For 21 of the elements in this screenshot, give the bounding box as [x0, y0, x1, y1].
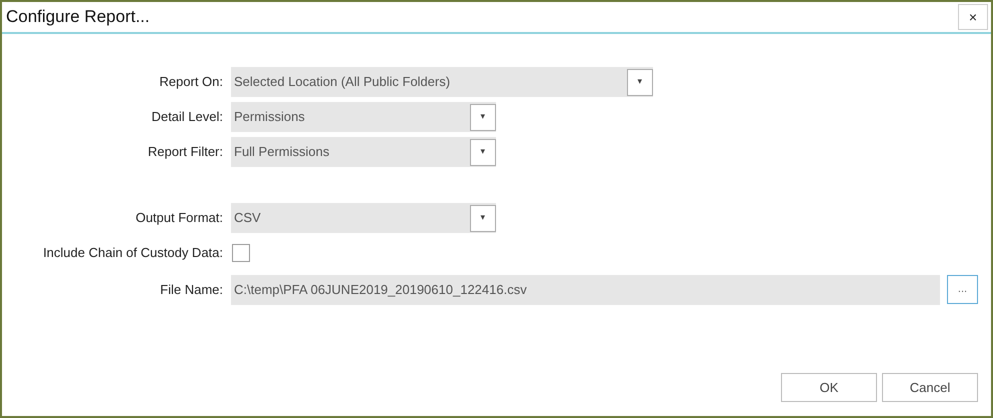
file-name-field[interactable]: C:\temp\PFA 06JUNE2019_20190610_122416.csv	[231, 274, 940, 304]
field-label: File Name:	[159, 280, 223, 299]
close-button[interactable]: ×	[958, 4, 988, 30]
checkbox[interactable]	[232, 244, 250, 262]
dialog-button[interactable]: Cancel	[882, 373, 978, 402]
field-label: Output Format:	[134, 209, 223, 228]
dropdown[interactable]: Permissions ▾	[231, 102, 496, 132]
caret-icon[interactable]: ▾	[470, 138, 496, 166]
field-label: Report On:	[158, 73, 223, 92]
dialog-button[interactable]: OK	[781, 373, 877, 402]
dropdown[interactable]: CSV ▾	[231, 203, 496, 233]
field-label: Report Filter:	[146, 143, 223, 162]
caret-icon[interactable]: ▾	[627, 68, 653, 96]
field-label: Include Chain of Custody Data:	[42, 244, 223, 262]
field-label: Detail Level:	[150, 108, 223, 126]
browse-button[interactable]: ...	[947, 275, 978, 304]
dropdown[interactable]: Full Permissions ▾	[231, 137, 496, 167]
caret-icon[interactable]: ▾	[470, 104, 496, 130]
window-title: Configure Report...	[6, 6, 150, 28]
dropdown[interactable]: Selected Location (All Public Folders) ▾	[231, 67, 653, 97]
caret-icon[interactable]: ▾	[470, 204, 496, 232]
